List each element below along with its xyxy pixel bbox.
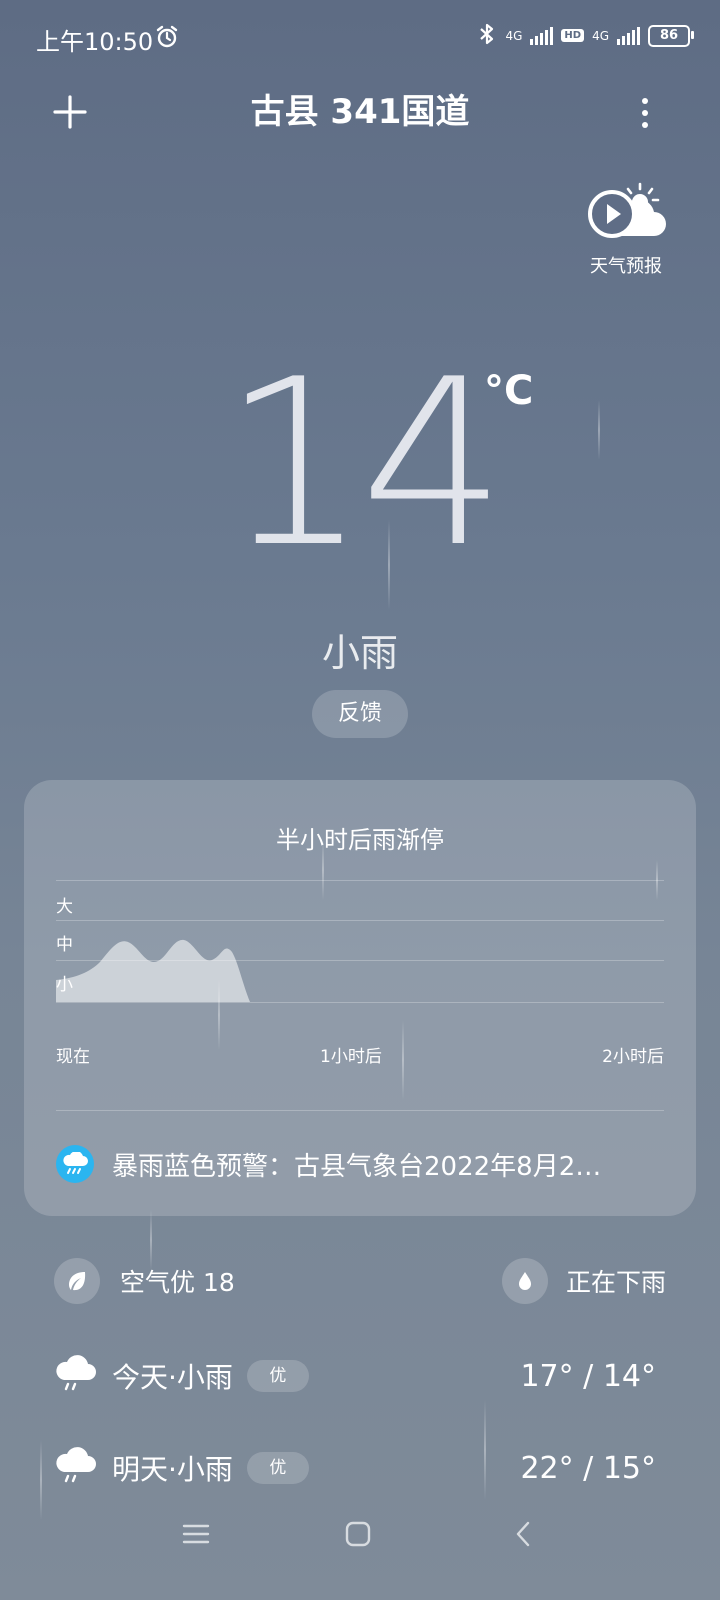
- temp-range: 22° / 15°: [520, 1450, 656, 1486]
- more-options-icon[interactable]: [642, 98, 648, 128]
- rainstorm-alert-icon: [56, 1145, 94, 1183]
- navigation-bar: [0, 1520, 720, 1560]
- weather-alert[interactable]: 暴雨蓝色预警：古县气象台2022年8月2…: [56, 1144, 666, 1184]
- status-icons: 4G HD 4G 86: [477, 22, 694, 49]
- forecast-video-button[interactable]: 天气预报: [576, 180, 676, 278]
- status-time: 上午10:50: [36, 28, 154, 56]
- forecast-video-label: 天气预报: [590, 256, 662, 277]
- level-heavy: 大: [56, 897, 73, 917]
- rain-cloud-icon: [54, 1352, 98, 1400]
- time-now: 现在: [56, 1047, 90, 1067]
- top-bar: 古县 341国道: [0, 90, 720, 150]
- menu-icon[interactable]: [182, 1520, 210, 1552]
- temp-range: 17° / 14°: [520, 1358, 656, 1394]
- status-bar: 上午10:50 4G HD 4G 86: [0, 18, 720, 58]
- raindrop-icon: [501, 1258, 548, 1304]
- daily-row-today[interactable]: 今天·小雨 优 17° / 14°: [54, 1350, 656, 1402]
- alert-text: 暴雨蓝色预警：古县气象台2022年8月2…: [112, 1151, 602, 1182]
- precipitation-card[interactable]: 半小时后雨渐停 大 中 小 现在 1小时后 2小时后 暴雨蓝色预警：古县气象台2…: [24, 780, 696, 1216]
- feedback-button[interactable]: 反馈: [312, 690, 408, 738]
- current-temperature: 14: [221, 331, 507, 598]
- leaf-icon[interactable]: [54, 1258, 100, 1304]
- battery-icon: 86: [648, 24, 694, 47]
- hd-badge: HD: [561, 29, 585, 42]
- time-1h: 1小时后: [320, 1047, 382, 1067]
- current-condition: 小雨: [321, 631, 398, 675]
- signal-icon-2: [617, 26, 640, 45]
- time-2h: 2小时后: [602, 1047, 664, 1067]
- rain-streak: [40, 1440, 42, 1520]
- info-row: 空气优 18 正在下雨: [54, 1256, 666, 1306]
- air-quality-label[interactable]: 空气优 18: [120, 1263, 235, 1299]
- back-icon[interactable]: [510, 1520, 538, 1552]
- rain-cloud-icon: [54, 1444, 98, 1492]
- precip-curve: [56, 939, 250, 1002]
- network-type-2: 4G: [592, 28, 609, 43]
- aqi-badge: 优: [246, 1360, 309, 1392]
- signal-icon: [530, 26, 554, 45]
- alarm-icon: [154, 24, 180, 54]
- location-title[interactable]: 古县 341国道: [0, 90, 720, 134]
- day-label: 今天·小雨: [112, 1361, 233, 1394]
- gridline: [56, 880, 664, 881]
- bluetooth-icon: [477, 22, 497, 49]
- network-type-1: 4G: [505, 28, 523, 43]
- battery-level: 86: [659, 28, 679, 43]
- temperature-unit: °C: [484, 368, 534, 414]
- daily-row-tomorrow[interactable]: 明天·小雨 优 22° / 15°: [54, 1442, 656, 1494]
- rain-status[interactable]: 正在下雨: [501, 1258, 666, 1304]
- precip-summary: 半小时后雨渐停: [276, 826, 444, 854]
- day-label: 明天·小雨: [112, 1453, 233, 1486]
- video-weather-icon: [588, 182, 666, 238]
- aqi-badge: 优: [246, 1452, 309, 1484]
- home-icon[interactable]: [344, 1520, 372, 1552]
- card-divider: [56, 1110, 664, 1111]
- rain-status-label: 正在下雨: [565, 1268, 666, 1297]
